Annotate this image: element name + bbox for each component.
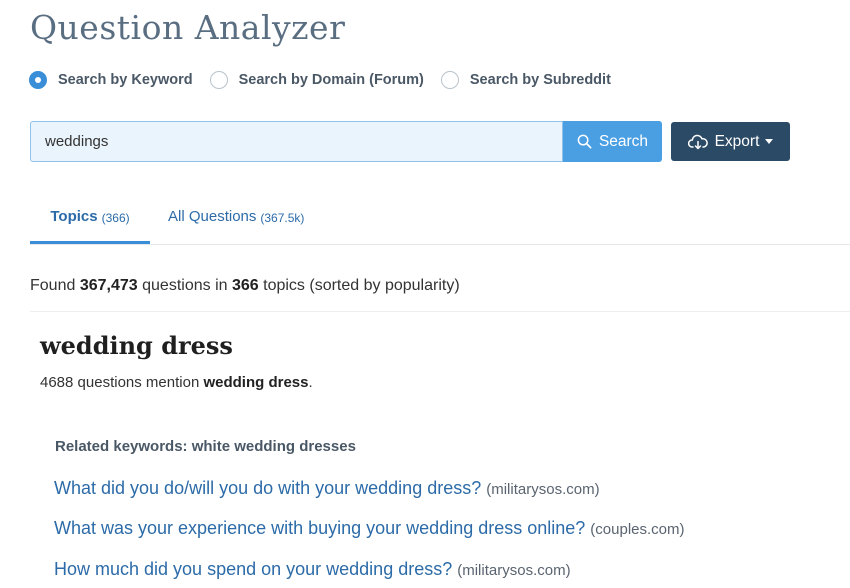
- radio-label-subreddit: Search by Subreddit: [469, 72, 611, 88]
- summary-prefix: Found: [30, 277, 76, 294]
- search-button-label: Search: [598, 132, 649, 150]
- export-button-label: Export: [714, 132, 760, 150]
- tab-topics-count: (366): [101, 211, 130, 225]
- question-source: (militarysos.com): [486, 481, 600, 498]
- topic-count-text: 4688 questions mention: [40, 374, 200, 391]
- search-icon: [577, 134, 592, 149]
- search-mode-group: Search by Keyword Search by Domain (Foru…: [29, 71, 628, 89]
- results-tabs: Topics (366) All Questions (367.5k): [30, 196, 850, 245]
- chevron-down-icon: [765, 139, 774, 144]
- topic-count: 4688 questions mention wedding dress.: [40, 374, 313, 391]
- search-input[interactable]: [30, 121, 563, 162]
- radio-circle[interactable]: [440, 71, 459, 89]
- search-button[interactable]: Search: [563, 121, 662, 162]
- tab-topics-label: Topics: [50, 208, 98, 225]
- summary-topic-count: 366: [231, 277, 259, 294]
- question-link[interactable]: How much did you spend on your wedding d…: [54, 559, 571, 580]
- question-text[interactable]: What did you do/will you do with your we…: [54, 478, 481, 498]
- radio-search-by-keyword[interactable]: Search by Keyword: [29, 71, 193, 89]
- tab-all-questions-count: (367.5k): [260, 211, 305, 225]
- topic-count-keyword: wedding dress: [203, 374, 309, 391]
- radio-label-domain: Search by Domain (Forum): [238, 72, 424, 88]
- summary-question-count: 367,473: [79, 277, 138, 294]
- question-link[interactable]: What did you do/will you do with your we…: [54, 478, 600, 499]
- topic-count-suffix: .: [308, 374, 313, 391]
- related-keywords: Related keywords: white wedding dresses: [55, 438, 356, 455]
- question-text[interactable]: What was your experience with buying you…: [54, 518, 585, 538]
- cloud-download-icon: [687, 134, 708, 150]
- radio-search-by-domain[interactable]: Search by Domain (Forum): [209, 71, 424, 89]
- page-title: Question Analyzer: [30, 8, 346, 47]
- radio-circle[interactable]: [29, 71, 47, 89]
- tab-all-questions-label: All Questions: [168, 208, 257, 225]
- topic-title: wedding dress: [40, 331, 233, 360]
- radio-label-keyword: Search by Keyword: [58, 72, 193, 88]
- question-source: (couples.com): [590, 521, 685, 538]
- summary-middle: questions in: [142, 277, 228, 294]
- question-source: (militarysos.com): [457, 562, 571, 579]
- summary-suffix: topics (sorted by popularity): [263, 277, 460, 294]
- results-summary: Found 367,473 questions in 366 topics (s…: [30, 277, 460, 295]
- question-link[interactable]: What was your experience with buying you…: [54, 518, 685, 539]
- export-button[interactable]: Export: [671, 122, 790, 161]
- question-text[interactable]: How much did you spend on your wedding d…: [54, 559, 452, 579]
- tab-topics[interactable]: Topics (366): [30, 196, 150, 244]
- tab-all-questions[interactable]: All Questions (367.5k): [168, 196, 304, 243]
- divider: [30, 311, 850, 312]
- radio-search-by-subreddit[interactable]: Search by Subreddit: [440, 71, 611, 89]
- radio-circle[interactable]: [209, 71, 228, 89]
